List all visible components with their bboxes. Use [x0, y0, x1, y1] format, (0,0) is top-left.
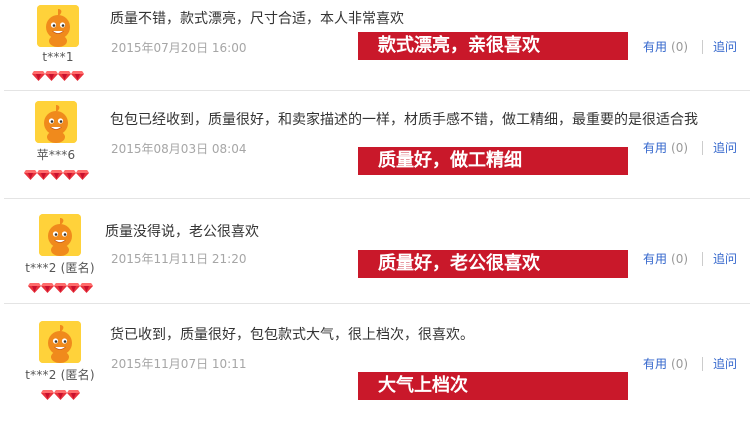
review-date: 2015年11月11日 21:20: [111, 252, 247, 266]
follow-up-button[interactable]: 追问: [713, 355, 737, 372]
red-diamond-gem-icon: [66, 278, 80, 293]
avatar[interactable]: [39, 321, 81, 363]
red-diamond-gem-icon: [40, 385, 54, 400]
useful-count: (0): [671, 39, 689, 54]
review-actions: 有用 (0) 追问: [643, 250, 737, 267]
red-diamond-gem-icon: [32, 66, 45, 81]
useful-count: (0): [671, 356, 689, 371]
reviewer-info: t***1: [30, 5, 86, 81]
username: t***2 (匿名): [25, 368, 95, 382]
reputation-gems: [23, 165, 89, 180]
review-actions: 有用 (0) 追问: [643, 139, 737, 156]
review-date: 2015年07月20日 16:00: [111, 41, 247, 55]
divider: [702, 251, 704, 266]
divider: [702, 39, 704, 54]
username: t***2 (匿名): [25, 261, 95, 275]
review-item: t***1 质量不错，款式漂亮，尺寸合适，本人非常喜欢 2015年07月20日 …: [0, 0, 750, 90]
red-diamond-gem-icon: [62, 165, 76, 180]
orange-mascot-avatar-icon: [39, 321, 81, 363]
follow-up-button[interactable]: 追问: [713, 139, 737, 156]
review-item: 苹***6 包包已经收到，质量很好，和卖家描述的一样，材质手感不错，做工精细，最…: [0, 91, 750, 198]
review-highlight-banner: 质量好，老公很喜欢: [358, 250, 628, 278]
follow-up-button[interactable]: 追问: [713, 38, 737, 55]
reviewer-info: t***2 (匿名): [20, 321, 100, 400]
red-diamond-gem-icon: [71, 66, 84, 81]
review-date: 2015年08月03日 08:04: [111, 142, 247, 156]
orange-mascot-avatar-icon: [35, 101, 77, 143]
reputation-gems: [30, 66, 86, 81]
orange-mascot-avatar-icon: [37, 5, 79, 47]
review-actions: 有用 (0) 追问: [643, 38, 737, 55]
useful-count: (0): [671, 140, 689, 155]
review-item: t***2 (匿名) 货已收到，质量很好，包包款式大气，很上档次，很喜欢。 20…: [0, 304, 750, 439]
red-diamond-gem-icon: [40, 278, 54, 293]
review-text: 质量不错，款式漂亮，尺寸合适，本人非常喜欢: [110, 11, 404, 27]
username: t***1: [42, 50, 74, 64]
divider: [702, 140, 704, 155]
useful-button[interactable]: 有用: [643, 250, 667, 267]
review-item: t***2 (匿名) 质量没得说，老公很喜欢 2015年11月11日 21:20…: [0, 199, 750, 303]
useful-button[interactable]: 有用: [643, 355, 667, 372]
reputation-gems: [20, 385, 100, 400]
red-diamond-gem-icon: [66, 385, 80, 400]
review-text: 货已收到，质量很好，包包款式大气，很上档次，很喜欢。: [110, 327, 474, 343]
avatar[interactable]: [39, 214, 81, 256]
review-text: 包包已经收到，质量很好，和卖家描述的一样，材质手感不错，做工精细，最重要的是很适…: [110, 112, 698, 128]
reviewer-info: t***2 (匿名): [20, 214, 100, 293]
red-diamond-gem-icon: [36, 165, 50, 180]
red-diamond-gem-icon: [27, 278, 41, 293]
red-diamond-gem-icon: [49, 165, 63, 180]
review-highlight-banner: 质量好，做工精细: [358, 147, 628, 175]
red-diamond-gem-icon: [58, 66, 71, 81]
avatar[interactable]: [35, 101, 77, 143]
useful-count: (0): [671, 251, 689, 266]
red-diamond-gem-icon: [53, 278, 67, 293]
red-diamond-gem-icon: [23, 165, 37, 180]
avatar[interactable]: [37, 5, 79, 47]
follow-up-button[interactable]: 追问: [713, 250, 737, 267]
red-diamond-gem-icon: [53, 385, 67, 400]
reviewer-info: 苹***6: [23, 101, 89, 180]
red-diamond-gem-icon: [79, 278, 93, 293]
red-diamond-gem-icon: [45, 66, 58, 81]
review-highlight-banner: 大气上档次: [358, 372, 628, 400]
useful-button[interactable]: 有用: [643, 139, 667, 156]
useful-button[interactable]: 有用: [643, 38, 667, 55]
username: 苹***6: [36, 148, 76, 162]
review-text: 质量没得说，老公很喜欢: [105, 224, 259, 240]
red-diamond-gem-icon: [75, 165, 89, 180]
reputation-gems: [20, 278, 100, 293]
divider: [702, 356, 704, 371]
review-actions: 有用 (0) 追问: [643, 355, 737, 372]
orange-mascot-avatar-icon: [39, 214, 81, 256]
review-highlight-banner: 款式漂亮，亲很喜欢: [358, 32, 628, 60]
review-date: 2015年11月07日 10:11: [111, 357, 247, 371]
